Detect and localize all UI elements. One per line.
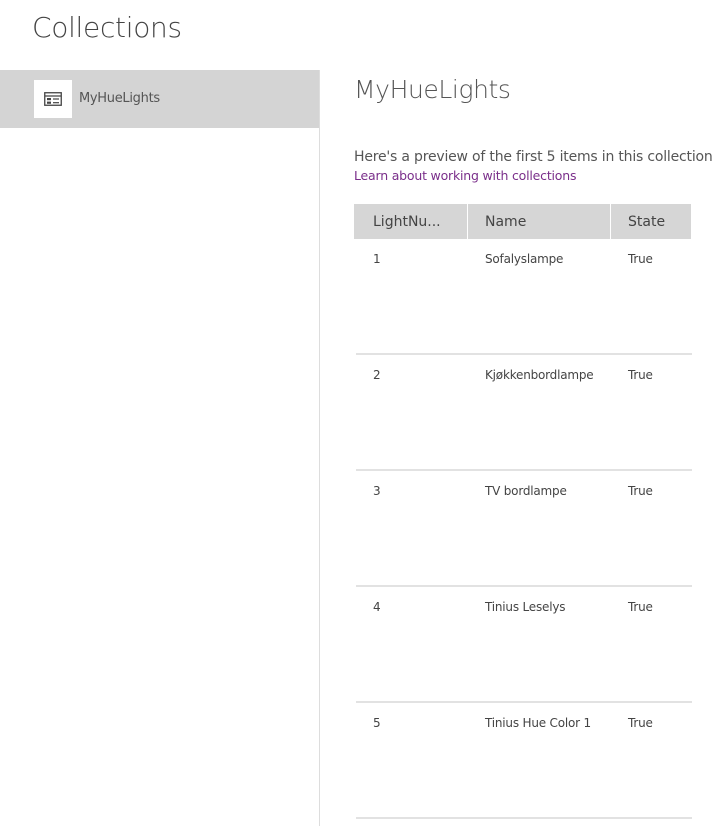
collection-preview: MyHueLights Here's a preview of the firs…	[354, 70, 722, 826]
column-header-lightnumber[interactable]: LightNu...	[354, 204, 468, 239]
column-header-name[interactable]: Name	[468, 204, 611, 239]
cell-lightnumber: 5	[373, 716, 381, 730]
sidebar-item-label: MyHueLights	[79, 91, 160, 106]
cell-state: True	[628, 252, 653, 266]
cell-lightnumber: 4	[373, 600, 381, 614]
collection-title: MyHueLights	[354, 75, 511, 104]
table-row: 4 Tinius Leselys True	[356, 587, 692, 703]
cell-state: True	[628, 484, 653, 498]
preview-table: LightNu... Name State 1 Sofalyslampe Tru…	[354, 204, 692, 819]
cell-name: Kjøkkenbordlampe	[485, 368, 594, 382]
cell-state: True	[628, 600, 653, 614]
collection-icon	[34, 80, 72, 118]
cell-name: Tinius Leselys	[485, 600, 566, 614]
table-row: 2 Kjøkkenbordlampe True	[356, 355, 692, 471]
cell-state: True	[628, 368, 653, 382]
column-header-state[interactable]: State	[611, 204, 692, 239]
cell-lightnumber: 2	[373, 368, 381, 382]
cell-lightnumber: 3	[373, 484, 381, 498]
table-row: 1 Sofalyslampe True	[356, 239, 692, 355]
table-row: 5 Tinius Hue Color 1 True	[356, 703, 692, 819]
cell-name: TV bordlampe	[485, 484, 567, 498]
cell-name: Tinius Hue Color 1	[485, 716, 591, 730]
sidebar-item-myhuelights[interactable]: MyHueLights	[0, 70, 319, 128]
cell-lightnumber: 1	[373, 252, 381, 266]
sidebar: MyHueLights	[0, 70, 320, 826]
cell-name: Sofalyslampe	[485, 252, 564, 266]
learn-collections-link[interactable]: Learn about working with collections	[354, 168, 576, 183]
table-row: 3 TV bordlampe True	[356, 471, 692, 587]
cell-state: True	[628, 716, 653, 730]
table-header: LightNu... Name State	[354, 204, 692, 239]
page-title: Collections	[32, 11, 182, 44]
preview-description: Here's a preview of the first 5 items in…	[354, 149, 713, 165]
